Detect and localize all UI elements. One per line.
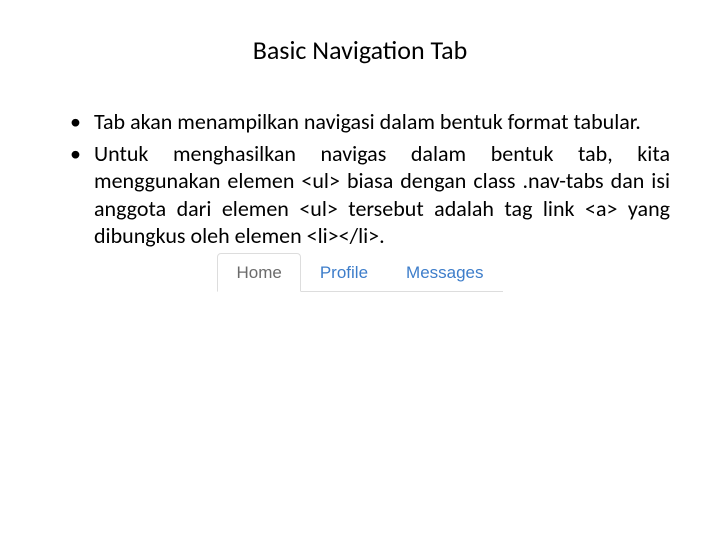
nav-tabs: Home Profile Messages (217, 252, 502, 292)
tab-home[interactable]: Home (217, 253, 300, 292)
tab-label: Profile (320, 263, 368, 282)
tab-messages[interactable]: Messages (387, 253, 502, 292)
tab-label: Messages (406, 263, 483, 282)
list-item: Untuk menghasilkan navigas dalam bentuk … (70, 140, 670, 250)
list-item: Tab akan menampilkan navigasi dalam bent… (70, 108, 670, 136)
tab-profile[interactable]: Profile (301, 253, 387, 292)
nav-tabs-example: Home Profile Messages (50, 252, 670, 292)
bullet-list: Tab akan menampilkan navigasi dalam bent… (50, 108, 670, 250)
page-title: Basic Navigation Tab (50, 34, 670, 66)
slide: Basic Navigation Tab Tab akan menampilka… (0, 0, 720, 540)
tab-label: Home (236, 263, 281, 282)
